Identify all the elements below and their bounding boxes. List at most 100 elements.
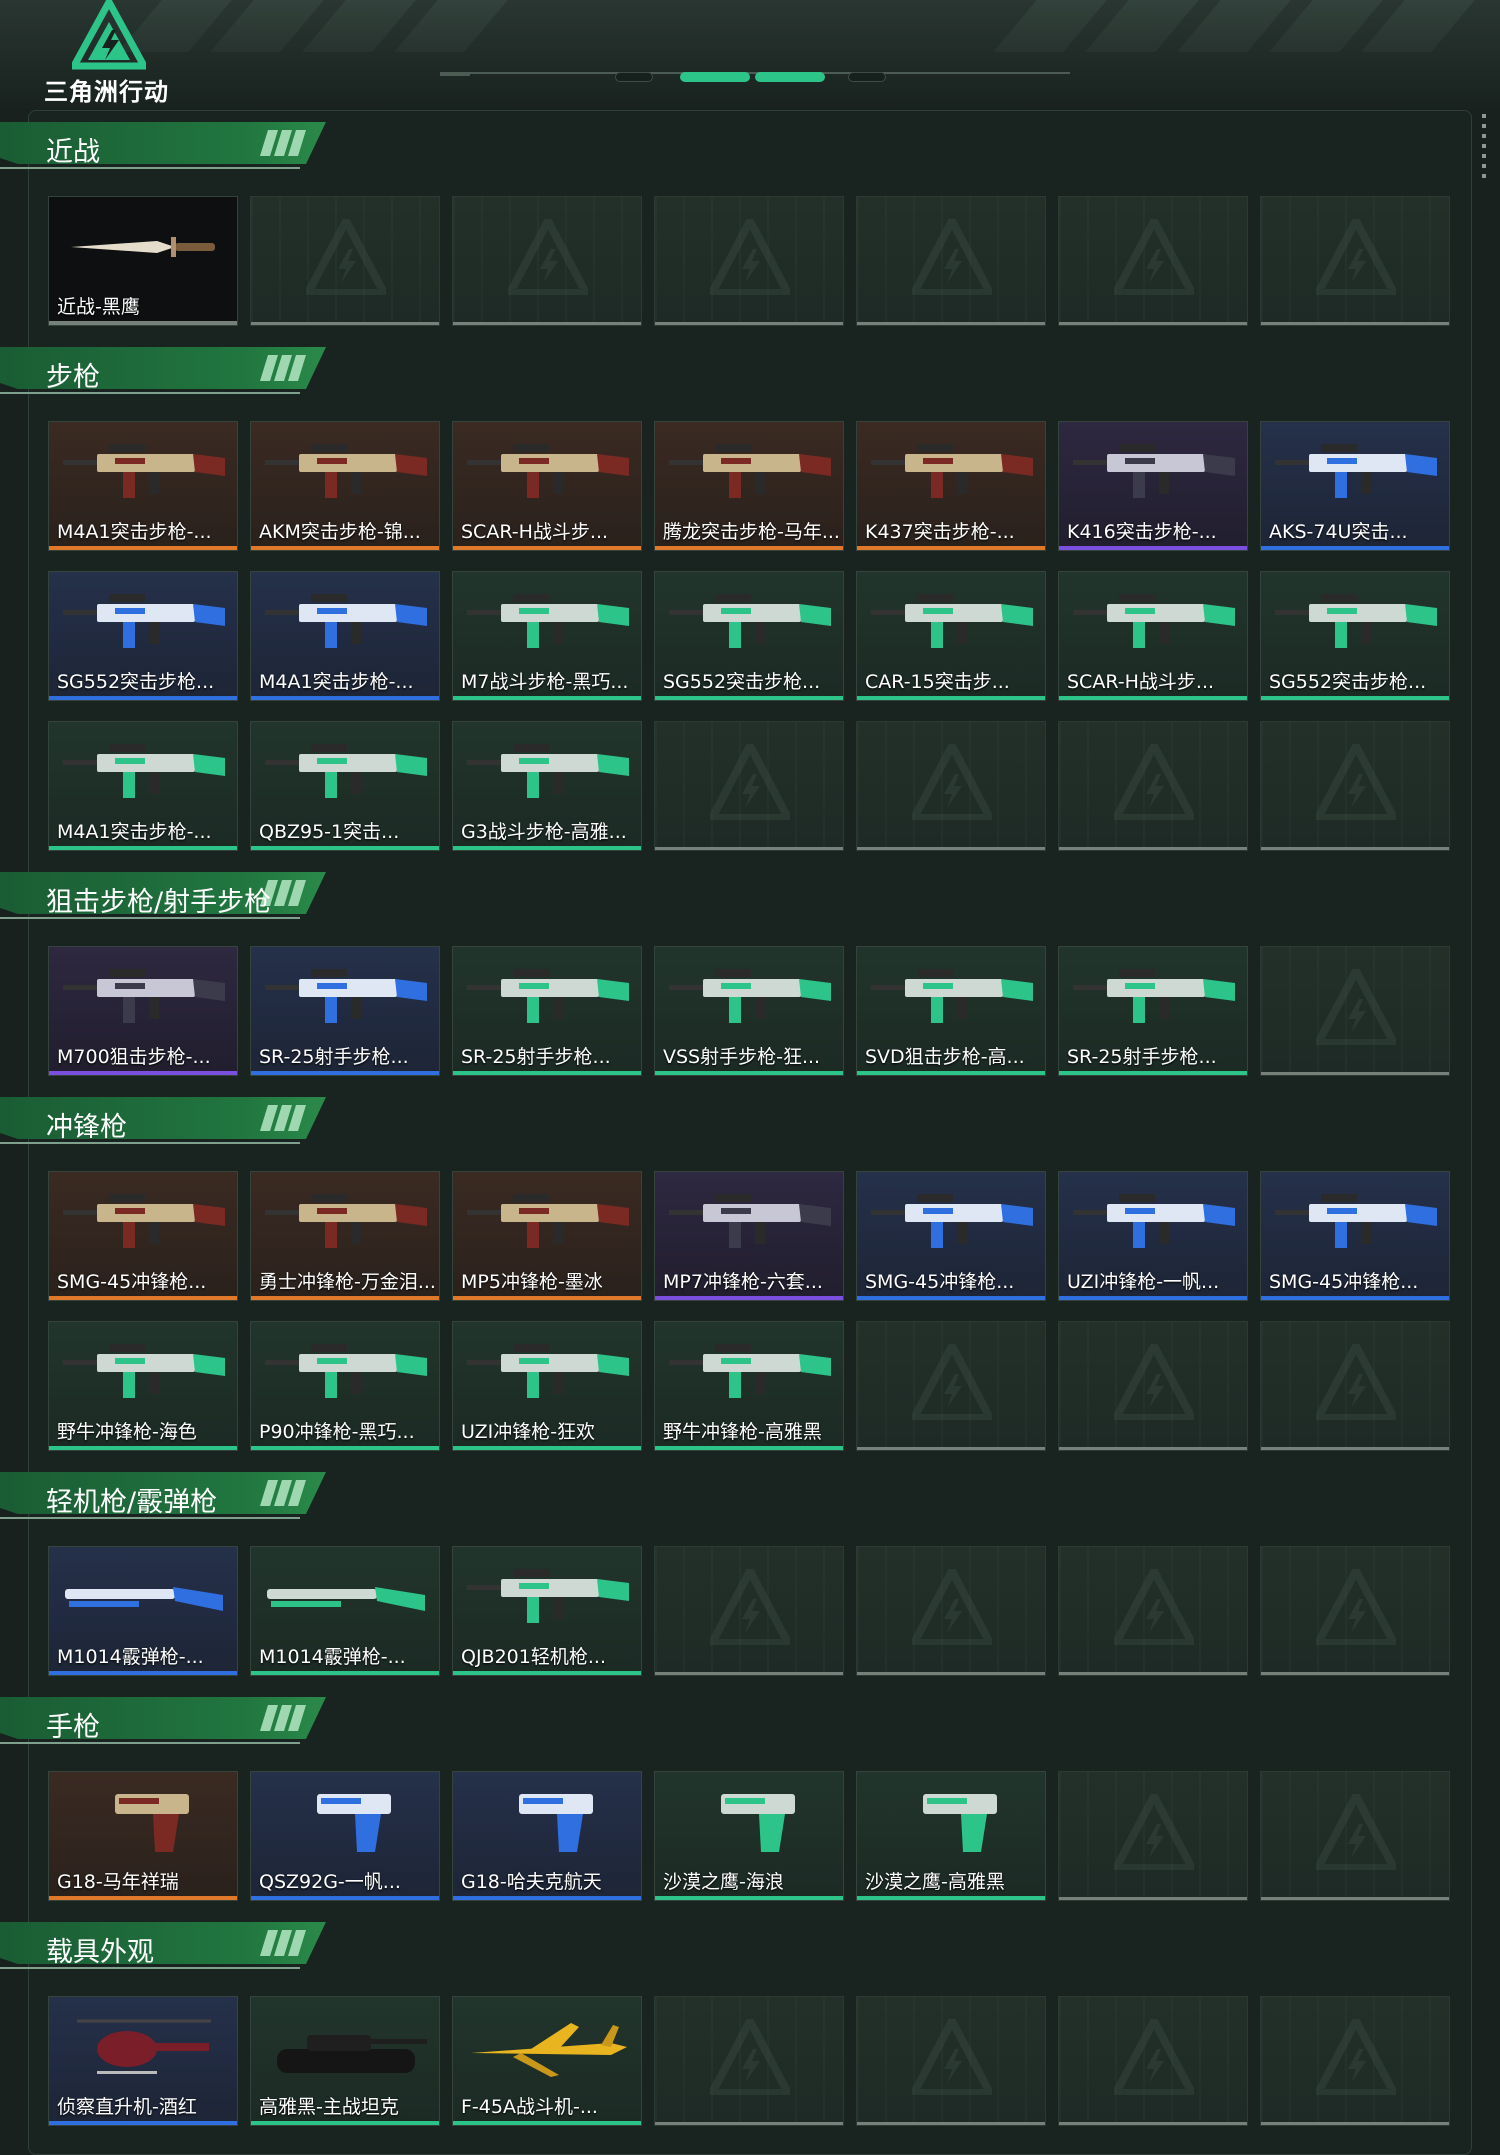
section-title: 狙击步枪/射手步枪	[46, 887, 272, 918]
card-label: UZI冲锋枪-一帆...	[1067, 1271, 1220, 1293]
collection-card[interactable]: SR-25射手步枪...	[452, 946, 642, 1076]
collection-card[interactable]: M1014霰弹枪-...	[48, 1546, 238, 1676]
collection-card[interactable]: P90冲锋枪-黑巧...	[250, 1321, 440, 1451]
collection-card[interactable]: SVD狙击步枪-高...	[856, 946, 1046, 1076]
assault-rifle-icon	[265, 744, 427, 798]
collection-card[interactable]: M4A1突击步枪-...	[48, 421, 238, 551]
collection-card[interactable]: M7战斗步枪-黑巧...	[452, 571, 642, 701]
card-label: MP7冲锋枪-六套...	[663, 1271, 823, 1293]
card-label: 腾龙突击步枪-马年...	[663, 521, 839, 543]
collection-card[interactable]: 腾龙突击步枪-马年...	[654, 421, 844, 551]
collection-card[interactable]: 高雅黑-主战坦克	[250, 1996, 440, 2126]
collection-card[interactable]: SR-25射手步枪...	[1058, 946, 1248, 1076]
pistol-icon	[721, 1794, 795, 1852]
collection-card[interactable]: 近战-黑鹰	[48, 196, 238, 326]
empty-slot	[1058, 1996, 1248, 2126]
collection-card[interactable]: SCAR-H战斗步...	[452, 421, 642, 551]
empty-slot-bar	[1261, 322, 1449, 325]
placeholder-logo-icon	[1114, 2019, 1194, 2095]
collection-card[interactable]: M4A1突击步枪-...	[250, 571, 440, 701]
collection-card[interactable]: F-45A战斗机-...	[452, 1996, 642, 2126]
smg-icon	[467, 1194, 629, 1248]
rarity-bar	[49, 1446, 237, 1450]
placeholder-logo-icon	[1316, 969, 1396, 1045]
empty-slot-bar	[1059, 1447, 1247, 1450]
collection-card[interactable]: SMG-45冲锋枪...	[1260, 1171, 1450, 1301]
pistol-icon	[317, 1794, 391, 1852]
card-label: SVD狙击步枪-高...	[865, 1046, 1025, 1068]
empty-slot-bar	[1261, 1447, 1449, 1450]
empty-slot	[1260, 196, 1450, 326]
empty-slot-bar	[1059, 322, 1247, 325]
banner-pill-active	[755, 72, 825, 82]
placeholder-logo-icon	[710, 1569, 790, 1645]
knife-icon	[57, 205, 231, 289]
collection-card[interactable]: SG552突击步枪...	[48, 571, 238, 701]
scrollbar-handle[interactable]	[1482, 114, 1486, 178]
sniper-rifle-icon	[871, 969, 1033, 1023]
card-label: SMG-45冲锋枪...	[57, 1271, 207, 1293]
empty-slot-bar	[1261, 1672, 1449, 1675]
empty-slot	[452, 196, 642, 326]
rarity-bar	[49, 321, 237, 325]
rarity-bar	[251, 546, 439, 550]
empty-slot	[1260, 721, 1450, 851]
assault-rifle-icon	[669, 594, 831, 648]
collection-card[interactable]: SMG-45冲锋枪...	[856, 1171, 1046, 1301]
empty-slot-bar	[1059, 2122, 1247, 2125]
collection-card[interactable]: AKM突击步枪-锦...	[250, 421, 440, 551]
collection-card[interactable]: K416突击步枪-...	[1058, 421, 1248, 551]
collection-card[interactable]: AKS-74U突击...	[1260, 421, 1450, 551]
assault-rifle-icon	[63, 444, 225, 498]
smg-icon	[669, 1194, 831, 1248]
collection-card[interactable]: SR-25射手步枪...	[250, 946, 440, 1076]
empty-slot-bar	[1059, 1672, 1247, 1675]
collection-card[interactable]: M4A1突击步枪-...	[48, 721, 238, 851]
card-label: MP5冲锋枪-墨冰	[461, 1271, 603, 1293]
collection-card[interactable]: G18-哈夫克航天	[452, 1771, 642, 1901]
collection-card[interactable]: G18-马年祥瑞	[48, 1771, 238, 1901]
collection-card[interactable]: MP5冲锋枪-墨冰	[452, 1171, 642, 1301]
collection-card[interactable]: M700狙击步枪-...	[48, 946, 238, 1076]
collection-card[interactable]: 沙漠之鹰-海浪	[654, 1771, 844, 1901]
section-title: 载具外观	[46, 1937, 154, 1968]
collection-card[interactable]: QSZ92G-一帆...	[250, 1771, 440, 1901]
card-label: 沙漠之鹰-海浪	[663, 1871, 784, 1893]
placeholder-logo-icon	[1114, 1794, 1194, 1870]
placeholder-logo-icon	[1316, 219, 1396, 295]
assault-rifle-icon	[871, 594, 1033, 648]
card-label: 野牛冲锋枪-海色	[57, 1421, 197, 1443]
collection-card[interactable]: CAR-15突击步...	[856, 571, 1046, 701]
collection-card[interactable]: SCAR-H战斗步...	[1058, 571, 1248, 701]
empty-slot-bar	[1261, 1072, 1449, 1075]
collection-card[interactable]: QBZ95-1突击...	[250, 721, 440, 851]
collection-card[interactable]: 勇士冲锋枪-万金泪...	[250, 1171, 440, 1301]
collection-card[interactable]: SG552突击步枪...	[654, 571, 844, 701]
collection-card[interactable]: 侦察直升机-酒红	[48, 1996, 238, 2126]
collection-card[interactable]: VSS射手步枪-狂...	[654, 946, 844, 1076]
collection-card[interactable]: 沙漠之鹰-高雅黑	[856, 1771, 1046, 1901]
card-label: UZI冲锋枪-狂欢	[461, 1421, 596, 1443]
collection-card[interactable]: G3战斗步枪-高雅...	[452, 721, 642, 851]
card-label: QSZ92G-一帆...	[259, 1871, 401, 1893]
collection-card[interactable]: M1014霰弹枪-...	[250, 1546, 440, 1676]
empty-slot-bar	[857, 847, 1045, 850]
card-label: AKS-74U突击...	[1269, 521, 1408, 543]
collection-card[interactable]: UZI冲锋枪-一帆...	[1058, 1171, 1248, 1301]
collection-card[interactable]: K437突击步枪-...	[856, 421, 1046, 551]
collection-card[interactable]: 野牛冲锋枪-海色	[48, 1321, 238, 1451]
empty-slot-bar	[1059, 847, 1247, 850]
empty-slot	[654, 1996, 844, 2126]
collection-card[interactable]: SG552突击步枪...	[1260, 571, 1450, 701]
card-label: M7战斗步枪-黑巧...	[461, 671, 629, 693]
empty-slot	[1058, 721, 1248, 851]
collection-card[interactable]: MP7冲锋枪-六套...	[654, 1171, 844, 1301]
collection-card[interactable]: SMG-45冲锋枪...	[48, 1171, 238, 1301]
collection-card[interactable]: QJB201轻机枪...	[452, 1546, 642, 1676]
empty-slot	[1058, 1546, 1248, 1676]
card-label: SR-25射手步枪...	[461, 1046, 611, 1068]
collection-card[interactable]: 野牛冲锋枪-高雅黑	[654, 1321, 844, 1451]
collection-card[interactable]: UZI冲锋枪-狂欢	[452, 1321, 642, 1451]
rarity-bar	[49, 846, 237, 850]
brand-logo-text: 三角洲行动	[44, 78, 169, 106]
